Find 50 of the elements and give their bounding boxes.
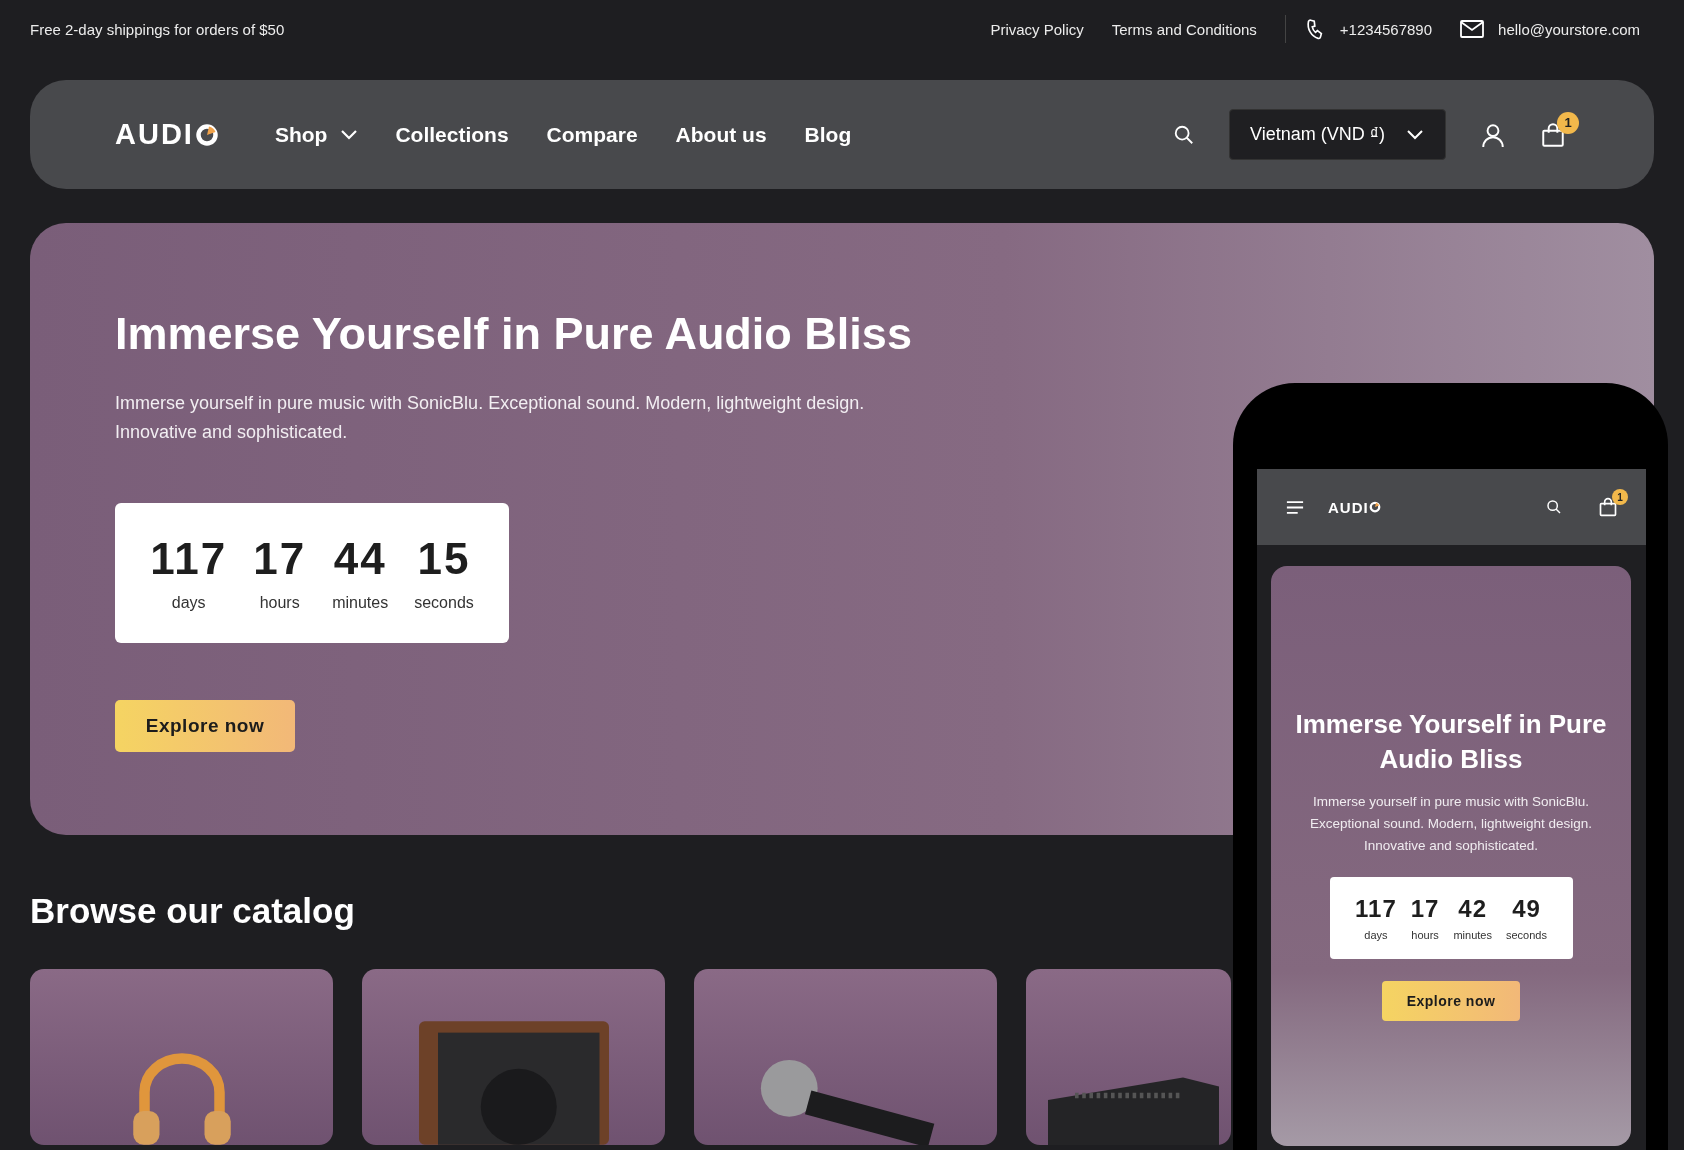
currency-dropdown[interactable]: Vietnam (VND ₫) (1229, 109, 1446, 160)
user-icon[interactable] (1480, 121, 1506, 148)
hero-description: Immerse yourself in pure music with SonicBlu. Exceptional sound. Modern, lightweight design. Innovative and sophisticated. (115, 392, 866, 444)
product-card[interactable] (1026, 969, 1231, 1145)
promo-text: Free 2-day shippings for orders of $50 (30, 20, 285, 38)
menu-icon[interactable] (1286, 499, 1304, 515)
hero-title: Immerse Yourself in Pure Audio Bliss (1294, 708, 1608, 776)
nav-link[interactable]: About us (675, 122, 767, 147)
product-card[interactable] (694, 969, 997, 1145)
countdown-value: 17 (1410, 895, 1440, 923)
phone-link[interactable]: +1234567890 (1339, 20, 1433, 38)
logo[interactable]: AUDI (1328, 498, 1381, 516)
search-icon[interactable] (1546, 499, 1562, 515)
countdown-value: 49 (1512, 895, 1541, 923)
footer-link[interactable]: Privacy Policy (990, 20, 1084, 38)
nav-link[interactable]: Collections (395, 122, 509, 147)
countdown-value: 117 (1355, 895, 1397, 923)
countdown-value: 15 (417, 534, 471, 584)
hero-title: Immerse Yourself in Pure Audio Bliss (115, 307, 913, 361)
countdown-value: 117 (150, 534, 228, 584)
mail-icon (1460, 20, 1485, 38)
product-card[interactable] (30, 969, 333, 1145)
nav-link[interactable]: Shop (274, 122, 358, 147)
section-title: Browse our catalog (30, 891, 355, 931)
countdown-value: 42 (1458, 895, 1488, 923)
cart-count-badge: 1 (1612, 489, 1628, 505)
product-card[interactable] (362, 969, 665, 1145)
countdown-unit: seconds (414, 594, 474, 612)
hero-description: Immerse yourself in pure music with SonicBlu. Exceptional sound. Modern, lightweight design. Innovative and sophisticated. (1308, 793, 1594, 855)
countdown-value: 44 (333, 534, 387, 584)
countdown-unit: days (171, 594, 206, 612)
explore-button[interactable]: Explore now (1382, 981, 1520, 1021)
shopping-bag-icon[interactable] (1598, 497, 1618, 517)
countdown-unit: days (1364, 929, 1388, 941)
countdown-unit: minutes (1453, 929, 1492, 941)
countdown-unit: hours (1411, 929, 1439, 941)
footer-link[interactable]: Terms and Conditions (1111, 20, 1257, 38)
countdown-unit: seconds (1506, 929, 1547, 941)
shopping-bag-icon[interactable] (1540, 121, 1566, 148)
cart-count-badge: 1 (1557, 111, 1579, 134)
email-link[interactable]: hello@yourstore.com (1498, 20, 1640, 38)
logo[interactable]: AUDI (115, 118, 219, 151)
nav-link[interactable]: Compare (546, 122, 638, 147)
search-icon[interactable] (1173, 123, 1196, 146)
countdown-unit: hours (259, 594, 300, 612)
countdown-value: 17 (253, 534, 307, 584)
nav-link[interactable]: Blog (804, 122, 852, 147)
countdown-unit: minutes (332, 594, 389, 612)
explore-button[interactable]: Explore now (115, 700, 295, 752)
chevron-down-icon (1407, 129, 1423, 140)
